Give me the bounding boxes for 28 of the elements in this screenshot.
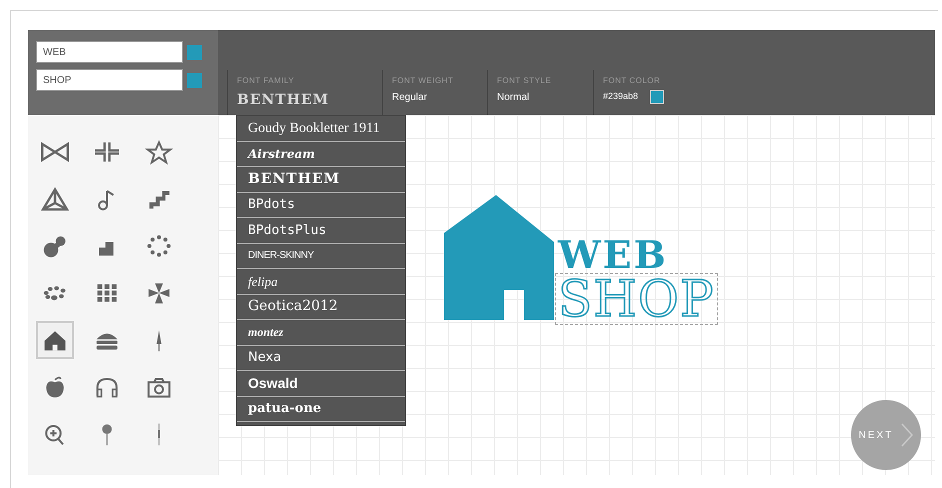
chevron-icon [901, 423, 914, 447]
font-option[interactable]: felipa [237, 269, 405, 294]
color-swatch[interactable] [187, 44, 202, 60]
font-option[interactable]: montez [237, 320, 405, 346]
font-family-value[interactable]: BENTHEM [237, 90, 330, 111]
font-option[interactable]: Nexa [237, 346, 405, 371]
font-option[interactable]: Geotica2012 [237, 294, 405, 320]
font-color-value[interactable]: #239ab8 [603, 90, 638, 104]
text-field[interactable]: SHOP [36, 69, 183, 91]
color-swatch[interactable] [650, 90, 664, 104]
font-option[interactable]: patua-one [237, 396, 405, 422]
setting-value[interactable]: Normal [497, 90, 530, 105]
font-option[interactable]: Airstream [237, 142, 405, 167]
font-option[interactable]: BPdotsPlus [237, 218, 405, 244]
house-shape[interactable] [444, 195, 554, 320]
setting-label: FONT STYLE [497, 75, 552, 87]
house-icon[interactable] [36, 321, 74, 359]
color-swatch[interactable] [187, 72, 202, 88]
font-option[interactable]: BENTHEM [237, 167, 405, 192]
text-field[interactable]: WEB [36, 41, 183, 63]
setting-label: FONT FAMILY [237, 75, 296, 87]
font-option[interactable]: Oswald [237, 371, 405, 396]
font-option[interactable]: DINER-SKINNY [237, 244, 405, 269]
setting-label: FONT COLOR [603, 75, 662, 87]
font-option[interactable]: BPdots [237, 192, 405, 218]
setting-value[interactable]: Regular [392, 90, 428, 105]
setting-label: FONT WEIGHT [392, 75, 454, 87]
font-option[interactable]: Goudy Bookletter 1911 [237, 116, 405, 142]
